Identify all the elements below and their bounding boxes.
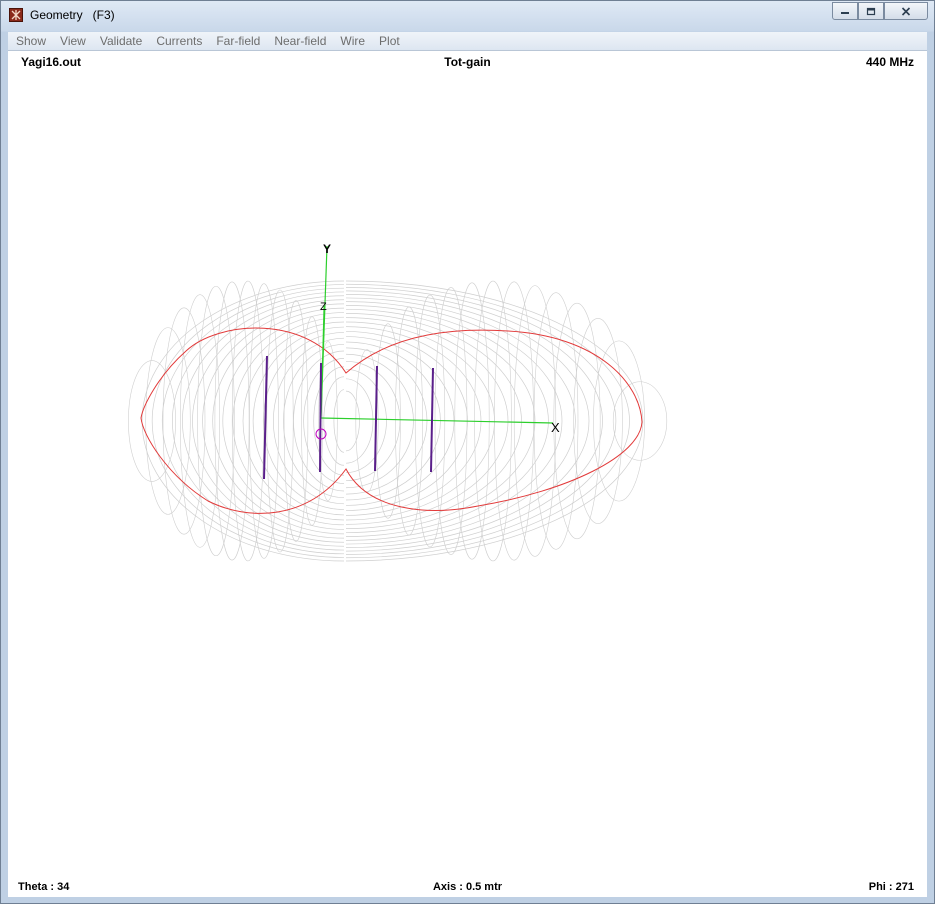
menu-wire[interactable]: Wire: [333, 32, 372, 50]
back-lobe-meridian: [151, 284, 345, 558]
x-axis-label: X: [551, 420, 560, 435]
geometry-window: Geometry (F3) Show View Validate Current…: [0, 0, 935, 904]
menu-validate[interactable]: Validate: [93, 32, 149, 50]
close-button[interactable]: [884, 2, 928, 20]
menu-bar: Show View Validate Currents Far-field Ne…: [8, 32, 927, 51]
window-title: Geometry (F3): [30, 8, 115, 22]
menu-plot[interactable]: Plot: [372, 32, 407, 50]
front-lobe-meridian: [345, 390, 360, 452]
back-lobe-meridian: [313, 366, 345, 476]
driven-element[interactable]: [319, 362, 322, 473]
front-lobe-ring: [612, 381, 668, 461]
y-axis-label: Y: [323, 242, 331, 256]
menu-far-field[interactable]: Far-field: [209, 32, 267, 50]
close-icon: [901, 6, 911, 16]
back-lobe-meridian: [333, 389, 345, 453]
front-lobe-ring: [375, 323, 401, 519]
back-lobe-ring: [180, 294, 221, 548]
menu-view[interactable]: View: [53, 32, 93, 50]
director-element-2[interactable]: [430, 367, 434, 473]
front-lobe-ring: [573, 318, 623, 524]
front-lobe-meridian: [345, 368, 387, 474]
menu-show[interactable]: Show: [8, 32, 53, 50]
antenna-elements: [263, 355, 434, 480]
geometry-canvas[interactable]: Yagi16.out Tot-gain 440 MHz X Y Z Theta …: [8, 51, 927, 897]
front-lobe-ring: [593, 340, 645, 502]
title-bar[interactable]: Geometry (F3): [1, 1, 934, 31]
minimize-icon: [841, 12, 849, 14]
axis-scale-readout: Axis : 0.5 mtr: [432, 881, 503, 893]
menu-near-field[interactable]: Near-field: [267, 32, 333, 50]
back-lobe-ring: [283, 300, 309, 542]
back-lobe-ring: [231, 280, 265, 562]
back-lobe-ring: [301, 316, 323, 526]
z-axis-label: Z: [320, 301, 327, 313]
phi-readout: Phi : 271: [868, 881, 914, 893]
restore-icon: [866, 7, 876, 15]
restore-button[interactable]: [858, 2, 884, 20]
antenna-app-icon[interactable]: [9, 8, 23, 22]
menu-currents[interactable]: Currents: [149, 32, 209, 50]
minimize-button[interactable]: [832, 2, 858, 20]
radiation-pattern-3d[interactable]: X Y Z: [8, 51, 927, 897]
window-controls: [832, 2, 928, 22]
pattern-mesh: [128, 280, 668, 562]
